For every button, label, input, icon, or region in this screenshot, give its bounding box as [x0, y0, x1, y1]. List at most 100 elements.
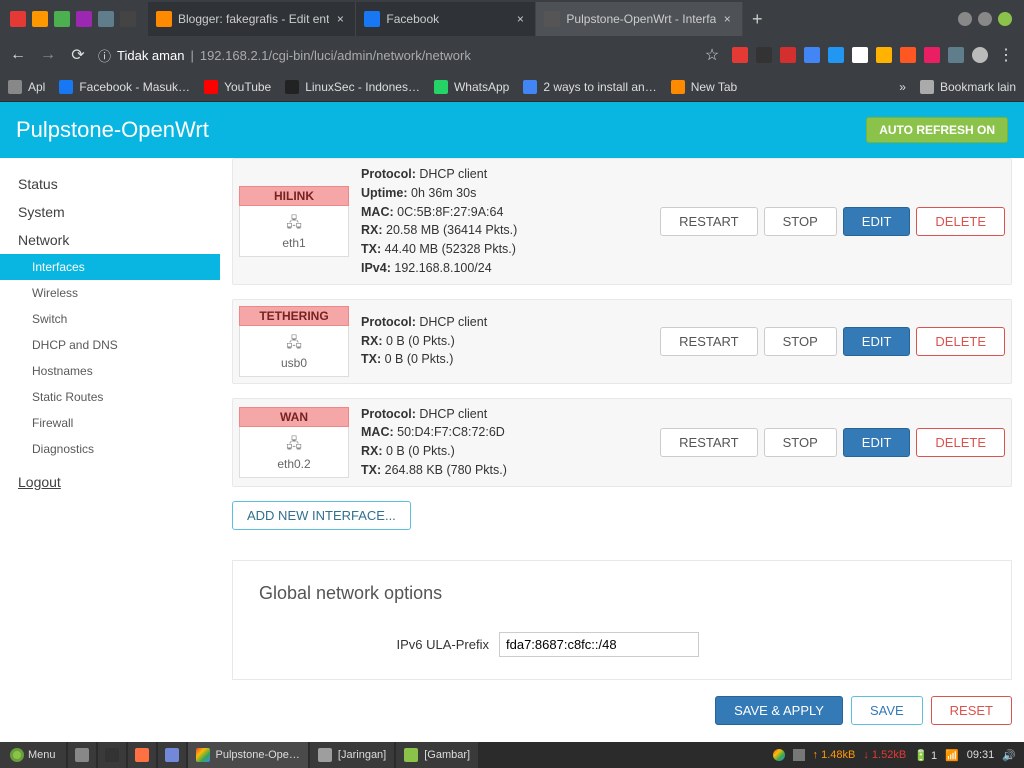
titlebar-app-icon — [120, 11, 136, 27]
stop-button[interactable]: STOP — [764, 327, 837, 356]
page: Pulpstone-OpenWrt AUTO REFRESH ON Status… — [0, 102, 1024, 742]
subnav-hostnames[interactable]: Hostnames — [0, 358, 220, 384]
delete-button[interactable]: DELETE — [916, 207, 1005, 236]
subnav-switch[interactable]: Switch — [0, 306, 220, 332]
interface-details: Protocol: DHCP clientMAC: 50:D4:F7:C8:72… — [361, 405, 648, 480]
window-minimize-icon[interactable] — [958, 12, 972, 26]
extension-icon[interactable] — [948, 47, 964, 63]
save-button[interactable]: SAVE — [851, 696, 923, 725]
tray-icon[interactable] — [793, 749, 805, 761]
subnav-static-routes[interactable]: Static Routes — [0, 384, 220, 410]
ula-prefix-input[interactable] — [499, 632, 699, 657]
browser-tab[interactable]: Facebook × — [356, 2, 536, 36]
extension-icon[interactable] — [756, 47, 772, 63]
facebook-icon — [59, 80, 73, 94]
taskbar-app[interactable] — [158, 742, 186, 768]
extension-icon[interactable] — [828, 47, 844, 63]
restart-button[interactable]: RESTART — [660, 327, 757, 356]
star-icon[interactable]: ☆ — [702, 45, 722, 65]
global-options-section: Global network options IPv6 ULA-Prefix — [232, 560, 1012, 680]
address-field[interactable]: ⓘ Tidak aman | 192.168.2.1/cgi-bin/luci/… — [98, 46, 692, 65]
facebook-icon — [364, 11, 380, 27]
chrome-tray-icon[interactable] — [773, 749, 785, 761]
profile-avatar-icon[interactable] — [972, 47, 988, 63]
restart-button[interactable]: RESTART — [660, 207, 757, 236]
interface-name: TETHERING — [239, 306, 349, 326]
subnav-diagnostics[interactable]: Diagnostics — [0, 436, 220, 462]
reset-button[interactable]: RESET — [931, 696, 1012, 725]
menu-icon[interactable]: ⋮ — [996, 45, 1016, 65]
app-icon — [404, 748, 418, 762]
taskbar-app[interactable]: [Gambar] — [396, 742, 478, 768]
edit-button[interactable]: EDIT — [843, 428, 911, 457]
auto-refresh-button[interactable]: AUTO REFRESH ON — [866, 117, 1008, 143]
taskbar-app[interactable] — [98, 742, 126, 768]
close-icon[interactable]: × — [333, 12, 347, 26]
extension-icon[interactable] — [852, 47, 868, 63]
stop-button[interactable]: STOP — [764, 207, 837, 236]
chrome-icon — [196, 748, 210, 762]
interface-badge: HILINK 🖧 eth1 — [239, 186, 349, 257]
titlebar-app-icon — [32, 11, 48, 27]
interface-row: HILINK 🖧 eth1 Protocol: DHCP clientUptim… — [232, 158, 1012, 285]
taskbar-app[interactable] — [68, 742, 96, 768]
nav-status[interactable]: Status — [0, 170, 220, 198]
extension-icon[interactable] — [900, 47, 916, 63]
interface-row: WAN 🖧 eth0.2 Protocol: DHCP clientMAC: 5… — [232, 398, 1012, 487]
reload-button[interactable]: ⟳ — [68, 45, 88, 65]
bookmark-item[interactable]: Facebook - Masuk… — [59, 80, 190, 94]
back-button[interactable]: ← — [8, 45, 28, 65]
forward-button[interactable]: → — [38, 45, 58, 65]
whatsapp-icon — [434, 80, 448, 94]
extension-icon[interactable] — [804, 47, 820, 63]
bookmark-item[interactable]: YouTube — [204, 80, 271, 94]
restart-button[interactable]: RESTART — [660, 428, 757, 457]
section-title: Global network options — [259, 583, 985, 604]
edit-button[interactable]: EDIT — [843, 327, 911, 356]
logout-link[interactable]: Logout — [0, 462, 220, 502]
nav-system[interactable]: System — [0, 198, 220, 226]
new-tab-button[interactable]: + — [743, 2, 771, 36]
window-maximize-icon[interactable] — [978, 12, 992, 26]
browser-tab-active[interactable]: Pulpstone-OpenWrt - Interfa × — [536, 2, 743, 36]
taskbar-app[interactable]: [Jaringan] — [310, 742, 394, 768]
bookmarks-overflow[interactable]: » — [899, 80, 906, 94]
clock: 09:31 — [967, 749, 995, 761]
extension-icon[interactable] — [924, 47, 940, 63]
subnav-dhcp-dns[interactable]: DHCP and DNS — [0, 332, 220, 358]
apps-shortcut[interactable]: Apl — [8, 80, 45, 94]
blogger-icon — [671, 80, 685, 94]
bookmark-item[interactable]: LinuxSec - Indones… — [285, 80, 420, 94]
taskbar-app[interactable] — [128, 742, 156, 768]
files-icon — [75, 748, 89, 762]
volume-icon[interactable]: 🔊 — [1002, 749, 1016, 762]
extension-icon[interactable] — [732, 47, 748, 63]
add-interface-button[interactable]: ADD NEW INTERFACE... — [232, 501, 411, 530]
extension-icon[interactable] — [876, 47, 892, 63]
close-icon[interactable]: × — [720, 12, 734, 26]
window-close-icon[interactable] — [998, 12, 1012, 26]
extension-icon[interactable] — [780, 47, 796, 63]
bookmark-item[interactable]: 2 ways to install an… — [523, 80, 656, 94]
subnav-interfaces[interactable]: Interfaces — [0, 254, 220, 280]
stop-button[interactable]: STOP — [764, 428, 837, 457]
start-menu-button[interactable]: Menu — [0, 742, 66, 768]
delete-button[interactable]: DELETE — [916, 327, 1005, 356]
subnav-firewall[interactable]: Firewall — [0, 410, 220, 436]
bookmark-item[interactable]: WhatsApp — [434, 80, 509, 94]
save-apply-button[interactable]: SAVE & APPLY — [715, 696, 843, 725]
interface-details: Protocol: DHCP clientRX: 0 B (0 Pkts.)TX… — [361, 313, 648, 369]
delete-button[interactable]: DELETE — [916, 428, 1005, 457]
close-icon[interactable]: × — [513, 12, 527, 26]
bookmark-item[interactable]: New Tab — [671, 80, 737, 94]
subnav-wireless[interactable]: Wireless — [0, 280, 220, 306]
net-up: ↑ 1.48kB — [813, 749, 856, 761]
edit-button[interactable]: EDIT — [843, 207, 911, 236]
bookmark-folder[interactable]: Bookmark lain — [920, 80, 1016, 94]
firefox-icon — [135, 748, 149, 762]
folder-icon — [920, 80, 934, 94]
taskbar-app[interactable]: Pulpstone-Ope… — [188, 742, 308, 768]
app-icon — [318, 748, 332, 762]
nav-network[interactable]: Network — [0, 226, 220, 254]
browser-tab[interactable]: Blogger: fakegrafis - Edit ent × — [148, 2, 356, 36]
